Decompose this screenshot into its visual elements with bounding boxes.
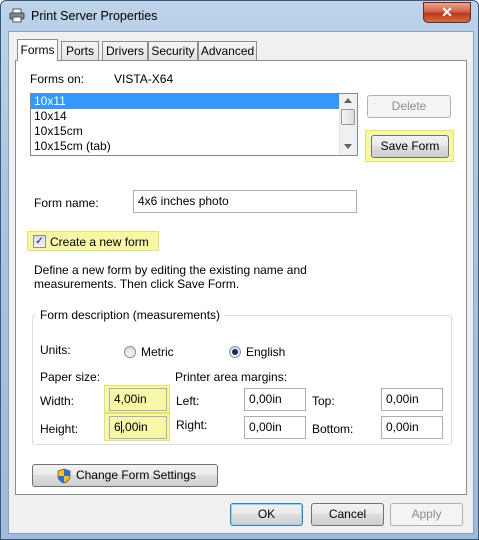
close-button[interactable]: ✕ — [423, 2, 471, 23]
height-field[interactable]: 6,00in — [109, 416, 167, 439]
height-value-digit: 6 — [114, 420, 121, 434]
height-value-rest: ,00in — [121, 420, 148, 434]
english-radio[interactable] — [229, 346, 241, 358]
scroll-thumb[interactable] — [341, 109, 355, 125]
height-label: Height: — [40, 422, 79, 436]
width-label: Width: — [40, 394, 75, 408]
tab-advanced[interactable]: Advanced — [198, 41, 257, 60]
bottom-margin-field[interactable]: 0,00in — [381, 416, 443, 439]
scroll-up-icon[interactable] — [344, 98, 352, 103]
instructions-line-1: Define a new form by editing the existin… — [34, 263, 307, 277]
forms-on-label: Forms on: — [30, 72, 85, 86]
cancel-button[interactable]: Cancel — [311, 503, 384, 526]
save-form-button[interactable]: Save Form — [371, 135, 449, 158]
create-new-form-checkbox[interactable]: ✓ — [33, 235, 46, 248]
left-margin-field[interactable]: 0,00in — [244, 388, 306, 411]
paper-size-label: Paper size: — [40, 370, 101, 384]
delete-button[interactable]: Delete — [367, 95, 451, 118]
list-scrollbar[interactable] — [339, 94, 357, 155]
radio-selected-dot — [232, 349, 238, 355]
apply-button[interactable]: Apply — [390, 503, 463, 526]
group-title: Form description (measurements) — [36, 308, 225, 322]
tab-ports[interactable]: Ports — [61, 41, 99, 60]
ok-button[interactable]: OK — [230, 503, 303, 526]
width-field[interactable]: 4,00in — [109, 388, 167, 411]
forms-tab-panel: Forms on: VISTA-X64 10x11 10x14 10x15cm … — [15, 60, 467, 495]
top-margin-field[interactable]: 0,00in — [381, 388, 443, 411]
title-bar[interactable]: Print Server Properties ✕ — [1, 1, 478, 31]
create-new-form-label[interactable]: Create a new form — [50, 235, 149, 249]
tab-drivers[interactable]: Drivers — [102, 41, 148, 60]
tab-security[interactable]: Security — [148, 41, 198, 60]
right-margin-field[interactable]: 0,00in — [244, 416, 306, 439]
metric-label[interactable]: Metric — [141, 345, 174, 359]
change-form-settings-label: Change Form Settings — [75, 468, 197, 482]
form-name-label: Form name: — [34, 196, 99, 210]
dialog-client-area: Forms Ports Drivers Security Advanced Fo… — [8, 31, 474, 534]
printer-icon — [9, 8, 25, 23]
form-name-field[interactable]: 4x6 inches photo — [133, 190, 357, 213]
window-title: Print Server Properties — [31, 9, 158, 23]
change-form-settings-button[interactable]: Change Form Settings — [32, 464, 218, 487]
tab-forms[interactable]: Forms — [17, 39, 58, 61]
instructions-line-2: measurements. Then click Save Form. — [34, 277, 240, 291]
forms-list[interactable]: 10x11 10x14 10x15cm 10x15cm (tab) — [30, 93, 358, 156]
list-item[interactable]: 10x14 — [31, 109, 340, 124]
list-item[interactable]: 10x15cm (tab) — [31, 139, 340, 154]
printer-margins-label: Printer area margins: — [175, 370, 288, 384]
top-label: Top: — [312, 394, 335, 408]
metric-radio[interactable] — [124, 346, 136, 358]
english-label[interactable]: English — [246, 345, 285, 359]
print-server-properties-window: Print Server Properties ✕ Forms Ports Dr… — [0, 0, 479, 540]
scroll-down-icon[interactable] — [344, 144, 352, 149]
units-label: Units: — [40, 343, 71, 357]
server-name: VISTA-X64 — [114, 72, 174, 86]
bottom-label: Bottom: — [312, 422, 354, 436]
uac-shield-icon — [57, 468, 71, 484]
list-item[interactable]: 10x11 — [31, 94, 340, 109]
right-label: Right: — [176, 418, 208, 432]
left-label: Left: — [176, 394, 200, 408]
list-item[interactable]: 10x15cm — [31, 124, 340, 139]
